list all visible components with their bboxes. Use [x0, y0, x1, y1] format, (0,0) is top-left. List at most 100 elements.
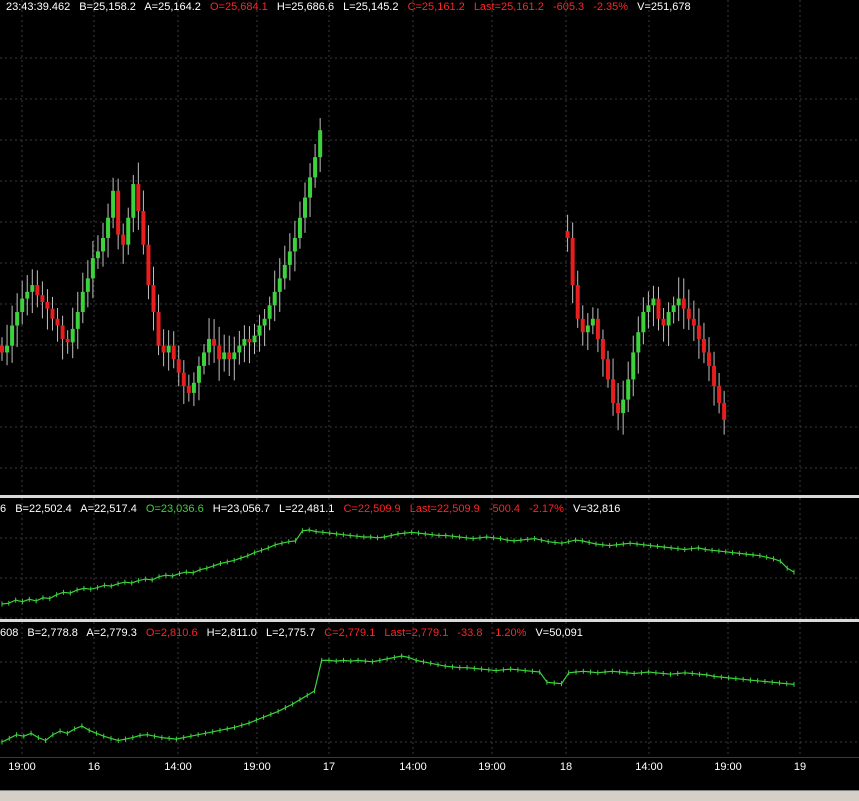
quote-field: O=23,036.6 — [145, 503, 204, 515]
quote-field: -33.8 — [457, 627, 483, 639]
quote-field: 608 — [0, 627, 19, 639]
quote-field: V=32,816 — [573, 503, 621, 515]
price-line — [1, 529, 795, 605]
candle-body — [70, 328, 75, 343]
candle-body — [722, 402, 727, 420]
candle-body — [80, 291, 85, 313]
candle-body — [5, 345, 10, 353]
candle-body — [85, 278, 90, 292]
tertiary-line-chart[interactable] — [0, 622, 859, 757]
candle-body — [40, 295, 45, 302]
candle-body — [176, 359, 181, 373]
candle-body — [45, 301, 50, 309]
quote-field: -2.35% — [593, 1, 629, 13]
main-quote-bar: 23:43:39.462 B=25,158.2 A=25,164.2 O=25,… — [6, 0, 697, 14]
candle-body — [292, 237, 297, 252]
candle-body — [237, 345, 242, 353]
secondary-quote-bar: 6 B=22,502.4 A=22,517.4 O=23,036.6 H=23,… — [0, 502, 626, 516]
quote-field: -605.3 — [552, 1, 585, 13]
candle-body — [131, 184, 136, 218]
candle-body — [631, 352, 636, 380]
candlestick-chart[interactable] — [0, 0, 859, 495]
candle-body — [691, 318, 696, 326]
candle-body — [166, 345, 171, 353]
candle-body — [10, 325, 15, 346]
candle-body — [161, 345, 166, 353]
candle-body — [580, 318, 585, 333]
secondary-chart-pane[interactable]: 6 B=22,502.4 A=22,517.4 O=23,036.6 H=23,… — [0, 498, 859, 619]
secondary-line-chart[interactable] — [0, 498, 859, 619]
time-axis-tick: 18 — [559, 761, 573, 773]
quote-field: A=22,517.4 — [80, 503, 137, 515]
candle-body — [303, 197, 307, 218]
candle-body — [681, 298, 686, 309]
quote-field: C=2,779.1 — [324, 627, 376, 639]
time-axis-tick: 19:00 — [243, 761, 271, 773]
candle-body — [191, 382, 196, 393]
time-axis-tick: 17 — [322, 761, 336, 773]
quote-field: V=50,091 — [535, 627, 583, 639]
candle-body — [242, 338, 247, 346]
candle-body — [136, 184, 141, 212]
candle-body — [15, 312, 20, 326]
quote-field: L=2,775.7 — [265, 627, 316, 639]
candle-body — [717, 386, 722, 403]
candle-body — [202, 352, 206, 366]
quote-field: O=2,810.6 — [145, 627, 198, 639]
candle-body — [90, 258, 95, 279]
candle-body — [217, 345, 222, 360]
candle-body — [272, 291, 277, 306]
main-chart-pane[interactable]: 23:43:39.462 B=25,158.2 A=25,164.2 O=25,… — [0, 0, 859, 495]
quote-field: A=25,164.2 — [144, 1, 201, 13]
candle-body — [611, 379, 616, 403]
candle-body — [75, 312, 80, 329]
candle-body — [50, 308, 55, 319]
candle-body — [232, 352, 237, 360]
candle-body — [30, 285, 35, 292]
candle-body — [616, 402, 621, 414]
time-axis-tick: 16 — [87, 761, 101, 773]
candle-body — [585, 325, 590, 333]
quote-field: Last=25,161.2 — [473, 1, 544, 13]
quote-field: -2.17% — [529, 503, 564, 515]
candle-body — [111, 190, 116, 218]
candle-body — [636, 332, 641, 353]
candle-body — [60, 325, 65, 339]
candle-body — [313, 157, 318, 178]
candle-body — [646, 305, 651, 313]
status-bar — [0, 790, 859, 801]
quote-field: L=22,481.1 — [279, 503, 335, 515]
candle-body — [696, 325, 701, 339]
candle-body — [671, 305, 676, 313]
candle-body — [257, 325, 262, 336]
candle-body — [101, 237, 105, 252]
candle-body — [595, 318, 600, 339]
quote-field: A=2,779.3 — [86, 627, 137, 639]
candle-body — [126, 217, 131, 245]
tertiary-quote-bar: 608 B=2,778.8 A=2,779.3 O=2,810.6 H=2,81… — [0, 626, 589, 640]
price-line — [1, 655, 795, 743]
quote-field: H=25,686.6 — [276, 1, 335, 13]
quote-field: B=2,778.8 — [27, 627, 78, 639]
candle-body — [712, 365, 717, 387]
candle-body — [600, 338, 605, 360]
quote-field: O=25,684.1 — [210, 1, 268, 13]
candle-body — [207, 338, 212, 353]
candle-body — [186, 386, 191, 393]
quote-field: L=25,145.2 — [343, 1, 399, 13]
candle-body — [252, 335, 257, 343]
tertiary-chart-pane[interactable]: 608 B=2,778.8 A=2,779.3 O=2,810.6 H=2,81… — [0, 622, 859, 757]
candle-body — [590, 318, 595, 326]
time-axis-tick: 19:00 — [8, 761, 36, 773]
candle-body — [151, 285, 156, 313]
quote-field: C=22,509.9 — [343, 503, 401, 515]
quote-field: B=25,158.2 — [79, 1, 136, 13]
time-axis[interactable]: 19:00 16 14:00 19:00 17 14:00 19:00 18 1… — [0, 757, 859, 791]
quote-field: 23:43:39.462 — [6, 1, 71, 13]
candle-body — [707, 352, 711, 366]
quote-field: Last=2,779.1 — [384, 627, 449, 639]
candle-body — [222, 352, 227, 360]
candle-body — [651, 298, 656, 306]
time-axis-tick: 19 — [793, 761, 807, 773]
candle-body — [656, 298, 661, 319]
